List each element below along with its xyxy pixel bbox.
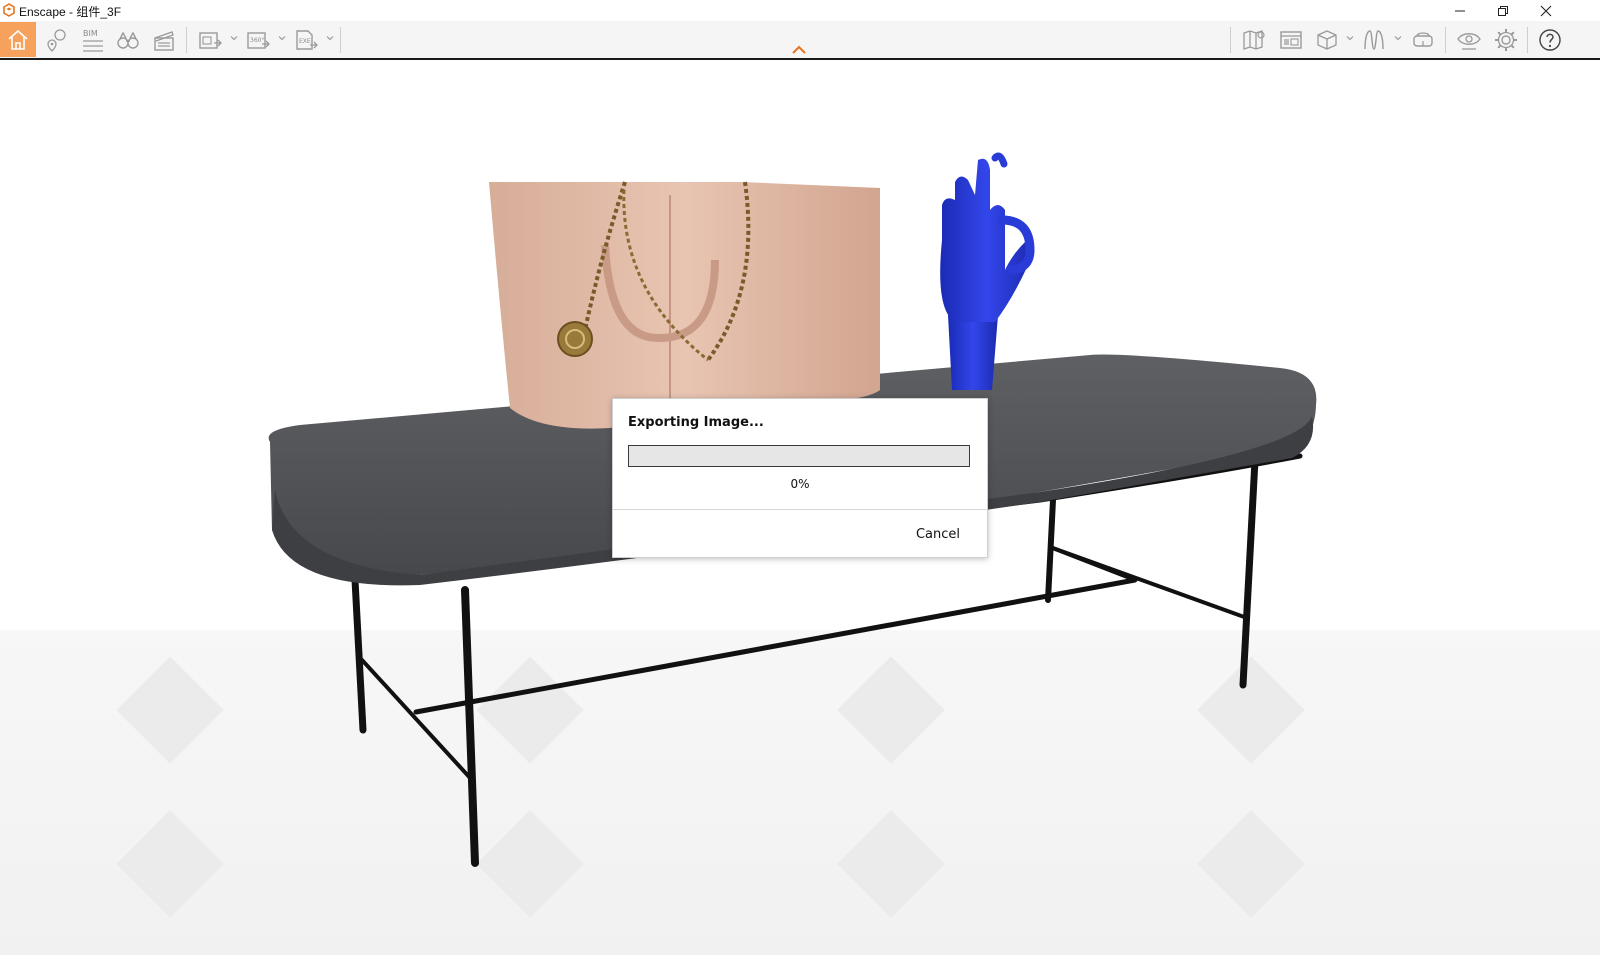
svg-text:BIM: BIM — [83, 29, 98, 38]
chevron-down-icon[interactable] — [325, 33, 335, 43]
minimize-button[interactable] — [1438, 0, 1482, 21]
location-pins-button[interactable] — [38, 22, 74, 57]
handbag — [489, 181, 880, 429]
map-icon — [1243, 29, 1265, 50]
toolbar-divider — [1527, 27, 1528, 53]
chevron-up-icon[interactable] — [790, 44, 808, 56]
panorama-export-button[interactable]: 360° — [240, 22, 276, 57]
panorama-export-icon: 360° — [247, 31, 270, 49]
hand-model — [940, 152, 1035, 390]
binoculars-button[interactable] — [110, 22, 146, 57]
main-toolbar: BIM 360° EXE — [0, 21, 1600, 60]
restore-icon — [1498, 5, 1508, 16]
toolbar-divider — [340, 27, 341, 53]
eye-icon — [1457, 32, 1481, 50]
binoculars-icon — [117, 31, 139, 49]
toolbar-divider — [1445, 27, 1446, 53]
chevron-down-icon[interactable] — [277, 33, 287, 43]
home-icon — [8, 29, 28, 50]
chevron-down-icon[interactable] — [1393, 33, 1403, 43]
exe-export-icon: EXE — [296, 29, 318, 50]
close-button[interactable] — [1524, 0, 1568, 21]
svg-text:EXE: EXE — [299, 38, 311, 45]
eye-button[interactable] — [1451, 22, 1487, 57]
render-viewport[interactable]: Exporting Image... 0% Cancel — [0, 60, 1600, 955]
exe-export-button[interactable]: EXE — [288, 22, 324, 57]
screenshot-export-button[interactable] — [192, 22, 228, 57]
svg-text:360°: 360° — [250, 37, 264, 44]
export-progress-bar — [628, 445, 970, 467]
enscape-logo-icon — [3, 3, 15, 17]
home-button[interactable] — [0, 22, 36, 57]
settings-button[interactable] — [1488, 22, 1524, 57]
toolbar-divider — [1230, 27, 1231, 53]
chevron-down-icon[interactable] — [1345, 33, 1355, 43]
location-pins-icon — [47, 28, 66, 52]
toolbar-divider — [186, 27, 187, 53]
progress-percent-text: 0% — [790, 477, 810, 491]
view-cube-icon — [1317, 29, 1337, 50]
help-button[interactable] — [1532, 22, 1568, 57]
dialog-title: Exporting Image... — [628, 415, 764, 430]
bim-icon: BIM — [83, 29, 103, 52]
close-icon — [1540, 5, 1552, 16]
map-button[interactable] — [1236, 22, 1272, 57]
material-editor-icon — [1364, 29, 1384, 50]
bim-button[interactable]: BIM — [74, 22, 110, 57]
video-editor-button[interactable] — [146, 22, 182, 57]
chevron-down-icon[interactable] — [229, 33, 239, 43]
dialog-divider — [613, 509, 987, 510]
asset-library-button[interactable] — [1273, 22, 1309, 57]
vr-headset-icon — [1413, 31, 1433, 47]
screenshot-export-icon — [199, 31, 222, 49]
settings-gear-icon — [1495, 28, 1517, 51]
help-icon — [1539, 28, 1561, 51]
minimize-icon — [1455, 10, 1465, 11]
restore-button[interactable] — [1481, 0, 1525, 21]
window-title: Enscape - 组件_3F — [19, 5, 122, 19]
asset-library-icon — [1280, 30, 1302, 49]
cancel-button[interactable]: Cancel — [903, 523, 973, 545]
vr-headset-button[interactable] — [1405, 22, 1441, 57]
video-editor-icon — [154, 30, 174, 51]
material-editor-button[interactable] — [1356, 22, 1392, 57]
export-progress-dialog: Exporting Image... 0% Cancel — [612, 398, 988, 558]
view-cube-button[interactable] — [1309, 22, 1345, 57]
title-bar: Enscape - 组件_3F — [0, 0, 1600, 21]
